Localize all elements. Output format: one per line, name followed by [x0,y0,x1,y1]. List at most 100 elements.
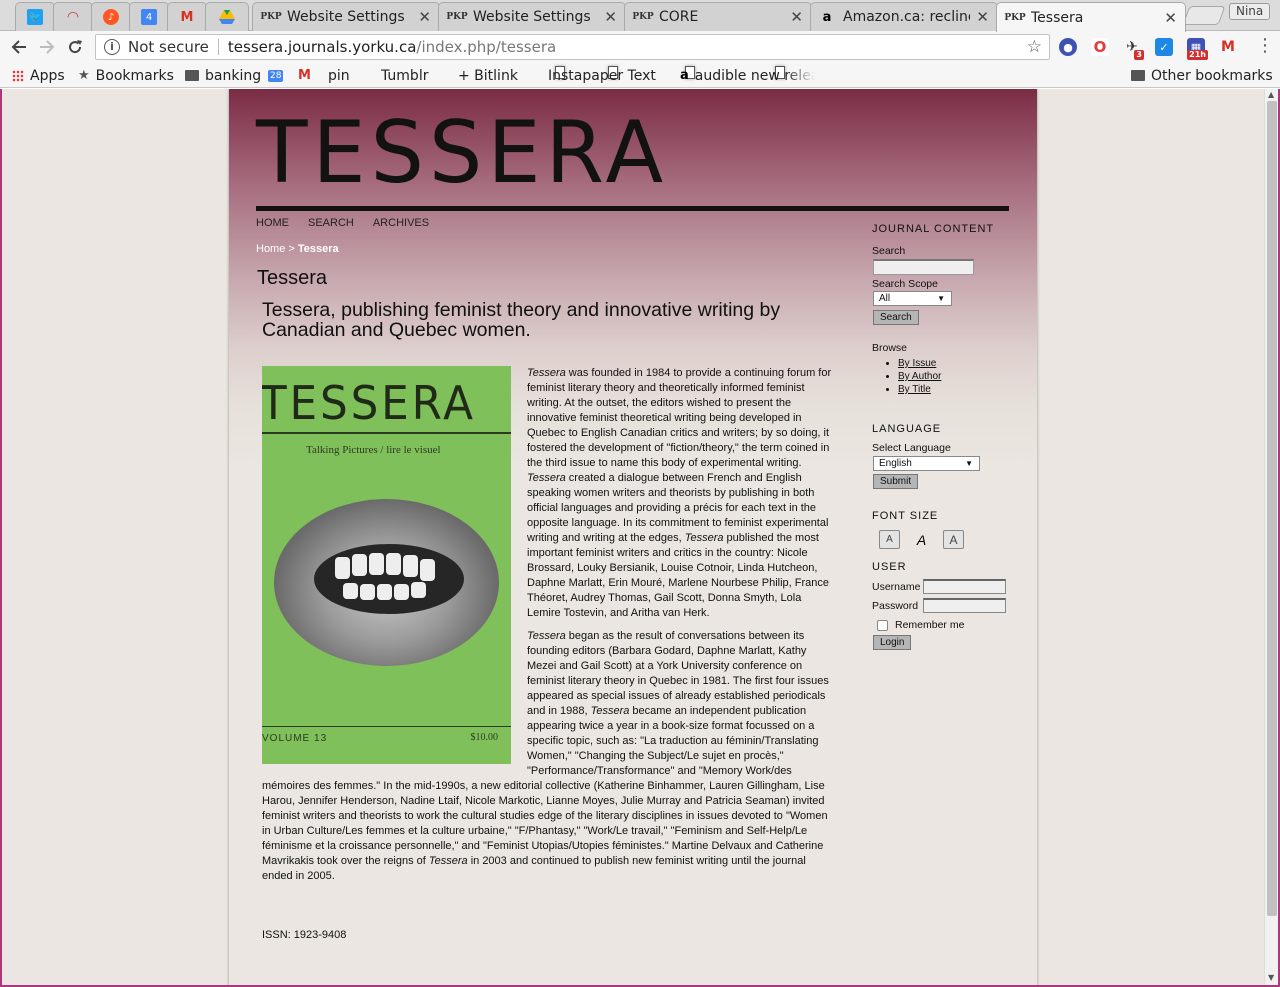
nav-archives[interactable]: ARCHIVES [373,217,429,229]
security-status: Not secure [128,38,209,56]
tab-speedometer[interactable]: ◠ [53,2,93,31]
close-icon[interactable]: ✕ [1164,9,1177,27]
bookmark-calendar[interactable]: 28 [268,66,289,85]
address-bar[interactable]: i Not secure tessera.journals.yorku.ca/i… [95,34,1050,60]
site-logo[interactable]: TESSERA [256,103,668,203]
bookmark-gmail[interactable]: M [298,66,317,85]
breadcrumb-home[interactable]: Home [256,243,285,255]
tooth [352,554,367,576]
tab-gmail[interactable]: M [167,2,207,31]
emphasis: Tessera [428,855,468,867]
close-icon[interactable]: ✕ [418,8,431,26]
forward-button[interactable] [36,36,58,58]
tab-twitter[interactable]: 🐦 [15,2,55,31]
back-button[interactable] [8,36,30,58]
browse-label: Browse [872,342,908,354]
bookmark-tumblr[interactable]: Tumblr [381,66,618,85]
tooth [394,584,409,600]
browser-menu-icon[interactable]: ⋮ [1256,37,1274,55]
bookmark-other[interactable]: Other bookmarks [1131,66,1273,85]
bookmark-instapaper[interactable]: Instapaper Text [548,66,785,85]
journal-tagline: Tessera, publishing feminist theory and … [262,299,781,341]
search-scope-select[interactable]: All ▼ [873,291,952,306]
new-tab-button[interactable] [1182,6,1226,25]
login-button[interactable]: Login [873,635,912,650]
close-icon[interactable]: ✕ [976,8,989,26]
dropdown-arrow-icon: ▼ [937,294,945,303]
bookmark-banking[interactable]: banking [185,66,261,85]
todo-extension-icon[interactable]: ✓ [1155,38,1173,56]
tooth [386,553,401,575]
font-size-small-icon[interactable]: A [879,530,900,549]
username-row: Username [872,579,1012,594]
language-value: English [879,458,912,469]
bookmark-pin[interactable]: pin [328,66,565,85]
password-row: Password [872,598,1012,613]
remember-me-checkbox[interactable] [877,619,888,631]
bookmark-label: audible new relea [694,67,815,84]
font-size-large-icon[interactable]: A [943,530,964,549]
tab-core[interactable]: PKP CORE ✕ [624,2,812,31]
bookmark-label: banking [205,67,262,84]
scroll-down-icon[interactable]: ▼ [1268,973,1274,982]
breadcrumb-current[interactable]: Tessera [298,243,339,255]
nav-search[interactable]: SEARCH [308,217,354,229]
tab-title: Tessera [1031,9,1084,26]
username-field[interactable] [923,579,1007,594]
password-field[interactable] [923,598,1007,613]
breadcrumb-separator: > [285,243,298,255]
profile-button[interactable]: Nina [1229,3,1271,20]
language-select[interactable]: English ▼ [873,456,980,471]
close-icon[interactable]: ✕ [790,8,803,26]
cover-volume: VOLUME 13 [262,733,328,744]
text-run: published the most important feminist wr… [527,532,830,619]
page-scrollbar[interactable]: ▲ ▼ [1264,89,1278,985]
twitter-icon: 🐦 [27,9,43,25]
bookmark-bookmarks[interactable]: ★ Bookmarks [78,66,174,85]
bookmark-label: Apps [30,67,65,84]
username-label: Username [872,580,921,593]
tab-website-settings-1[interactable]: PKP Website Settings ✕ [252,2,440,31]
pkp-icon: PKP [260,12,282,22]
bookmark-star-icon[interactable]: ☆ [1027,37,1042,57]
tab-music[interactable]: ♪ [91,2,131,31]
info-icon[interactable]: i [104,39,120,55]
tooth [369,553,384,575]
search-input[interactable] [873,259,974,275]
tab-title: CORE [659,9,699,25]
bookmark-apps[interactable]: Apps [12,66,65,85]
scrollbar-thumb[interactable] [1267,101,1277,916]
reload-button[interactable] [64,36,86,58]
tab-website-settings-2[interactable]: PKP Website Settings ✕ [438,2,626,31]
calendar-extension-icon[interactable]: ▦ 21h [1187,38,1208,60]
pkp-icon: PKP [1004,12,1026,23]
browse-by-author-link[interactable]: By Author [898,371,1012,382]
password-label: Password [872,599,919,612]
emphasis: Tessera [527,367,566,379]
tab-amazon[interactable]: a Amazon.ca: recline ✕ [810,2,998,31]
tab-tessera[interactable]: PKP Tessera ✕ [996,2,1186,32]
bookmark-bitlink[interactable]: + Bitlink [458,66,695,85]
scroll-up-icon[interactable]: ▲ [1268,90,1274,99]
font-size-controls: A A A [879,530,1012,549]
tab-drive[interactable] [205,2,249,31]
apps-grid-icon [12,69,24,82]
lock-extension-icon[interactable]: ● [1059,38,1077,56]
gmail-extension-icon[interactable]: M [1219,38,1237,56]
folder-icon [1131,70,1145,81]
tab-title: Website Settings [473,9,591,25]
search-scope-value: All [879,293,891,304]
opera-extension-icon[interactable]: O [1091,38,1109,56]
feedly-extension-icon[interactable]: ✈ 3 [1123,38,1144,60]
close-icon[interactable]: ✕ [604,8,617,26]
tab-calendar[interactable]: 4 [129,2,169,31]
bookmark-audible[interactable]: a audible new relea [680,66,815,85]
language-submit-button[interactable]: Submit [873,474,919,489]
nav-home[interactable]: HOME [256,217,289,229]
font-size-default-icon[interactable]: A [911,530,932,549]
folder-icon [185,70,199,81]
browse-by-title-link[interactable]: By Title [898,384,1012,395]
cover-rule-bottom [262,726,511,727]
search-button[interactable]: Search [873,310,919,325]
browse-by-issue-link[interactable]: By Issue [898,358,1012,369]
